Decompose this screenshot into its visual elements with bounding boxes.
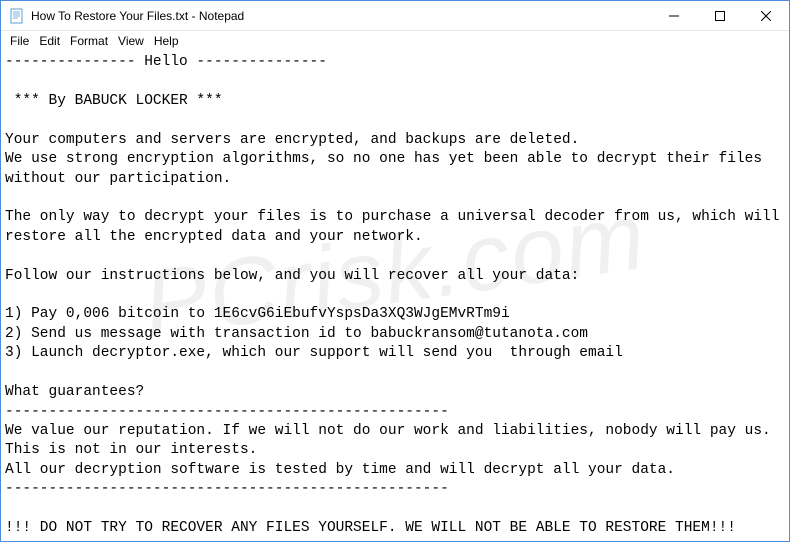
text-area[interactable]: --------------- Hello --------------- **… <box>1 51 789 541</box>
menu-format[interactable]: Format <box>65 33 113 49</box>
close-icon <box>761 11 771 21</box>
minimize-button[interactable] <box>651 1 697 30</box>
minimize-icon <box>669 11 679 21</box>
menubar: File Edit Format View Help <box>1 31 789 51</box>
maximize-button[interactable] <box>697 1 743 30</box>
titlebar[interactable]: How To Restore Your Files.txt - Notepad <box>1 1 789 31</box>
menu-help[interactable]: Help <box>149 33 184 49</box>
window-controls <box>651 1 789 30</box>
maximize-icon <box>715 11 725 21</box>
menu-view[interactable]: View <box>113 33 149 49</box>
menu-file[interactable]: File <box>5 33 34 49</box>
notepad-icon <box>9 8 25 24</box>
menu-edit[interactable]: Edit <box>34 33 65 49</box>
close-button[interactable] <box>743 1 789 30</box>
window-title: How To Restore Your Files.txt - Notepad <box>31 9 651 23</box>
notepad-window: How To Restore Your Files.txt - Notepad … <box>0 0 790 542</box>
